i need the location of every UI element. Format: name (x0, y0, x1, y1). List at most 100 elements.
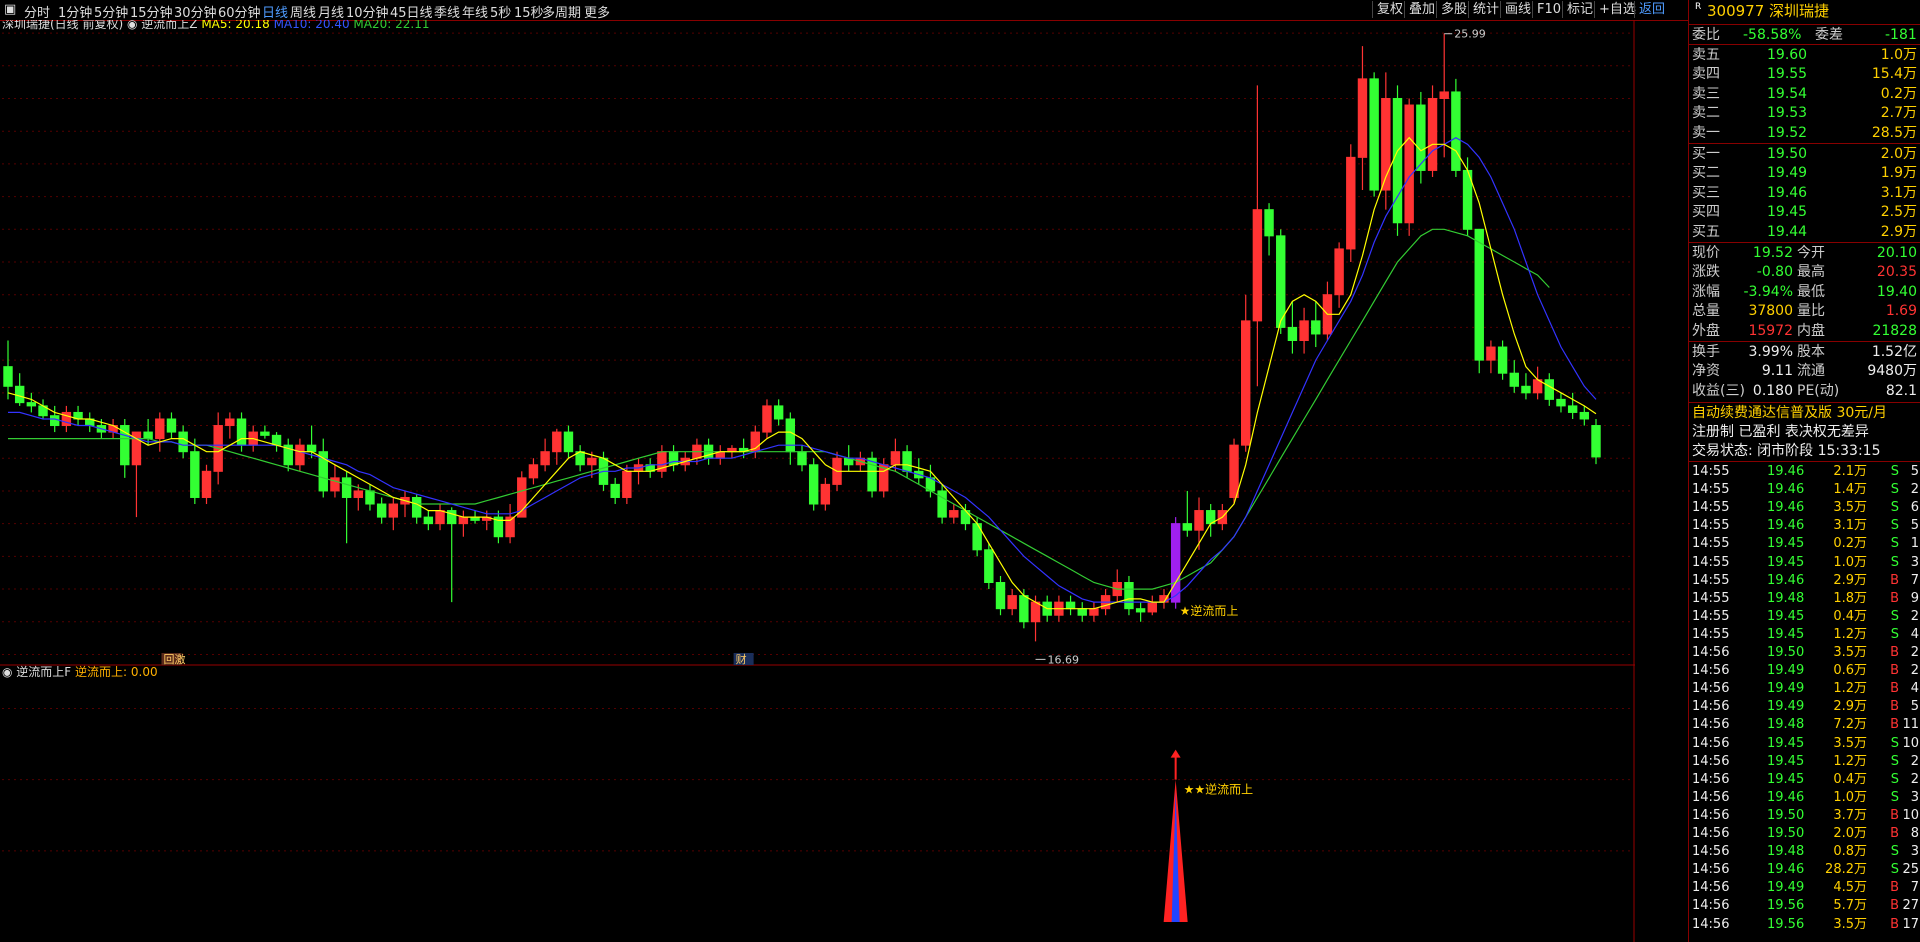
bids-price: 19.46 (1767, 184, 1808, 201)
bids-row[interactable]: 买一 19.50 2.0万 (1689, 145, 1920, 164)
tab-15[interactable]: 多周期 (542, 2, 581, 21)
bids-row[interactable]: 买二 19.49 1.9万 (1689, 164, 1920, 183)
promo-banner[interactable]: 自动续费通达信普及版 30元/月 (1689, 404, 1920, 423)
toolbar-button-3[interactable]: 统计 (1468, 1, 1503, 18)
candle (1369, 72, 1379, 197)
tab-13[interactable]: 5秒 (490, 2, 511, 21)
tick-cell: S (1890, 518, 1899, 534)
asks-price: 19.54 (1767, 85, 1808, 102)
tick-cell: 14:56 (1692, 807, 1730, 823)
tick-cell: 19.45 (1767, 536, 1805, 552)
chart-title: 深圳瑞捷(日线 前复权) ◉ 逆流而上Z MA5: 20.18 MA10: 20… (2, 20, 429, 31)
tick-row: 14:56 19.49 4.5万 B 7 (1689, 879, 1920, 897)
tick-cell: 14:56 (1692, 898, 1730, 914)
candle (715, 445, 725, 465)
tab-10[interactable]: 45日线 (390, 2, 433, 21)
candle (1089, 602, 1099, 622)
asks-row[interactable]: 卖一 19.52 28.5万 (1689, 124, 1920, 143)
bids-row[interactable]: 买三 19.46 3.1万 (1689, 184, 1920, 203)
tick-cell: 7.2万 (1833, 717, 1867, 733)
toolbar-button-6[interactable]: 标记 (1562, 1, 1597, 18)
order-ratio-field: 委比 (1692, 27, 1720, 43)
tab-5[interactable]: 60分钟 (218, 2, 261, 21)
toolbar-button-5[interactable]: F10 (1532, 1, 1565, 18)
candle (341, 471, 352, 544)
stat-row: 总量 37800 量比 1.69 (1689, 302, 1920, 321)
fund-row: 净资 9.11 流通 9480万 (1689, 362, 1920, 381)
tab-9[interactable]: 10分钟 (346, 2, 389, 21)
stat-label: 外盘 (1692, 322, 1720, 339)
candle (668, 445, 679, 472)
tab-6[interactable]: 日线 (262, 2, 288, 21)
asks-row[interactable]: 卖三 19.54 0.2万 (1689, 85, 1920, 104)
asks-volume: 28.5万 (1871, 124, 1917, 141)
tick-cell: B (1890, 916, 1899, 932)
toolbar-button-8[interactable]: 返回 (1634, 1, 1669, 18)
candle (155, 412, 165, 452)
candle (493, 510, 504, 544)
bids-row[interactable]: 买五 19.44 2.9万 (1689, 223, 1920, 242)
tick-cell: 19.50 (1767, 645, 1805, 660)
stat-value: -3.94% (1743, 283, 1793, 300)
bids-row[interactable]: 买四 19.45 2.5万 (1689, 203, 1920, 222)
candle (1147, 595, 1157, 616)
tab-14[interactable]: 15秒 (514, 2, 544, 21)
candle (435, 504, 445, 531)
toolbar-button-1[interactable]: 叠加 (1404, 1, 1439, 18)
tick-row: 14:56 19.49 0.6万 B 2 (1689, 662, 1920, 680)
tab-0[interactable]: 分时 (24, 2, 50, 21)
tab-11[interactable]: 季线 (434, 2, 460, 21)
sub-indicator-name: ◉ 逆流而上F (2, 664, 75, 679)
tick-cell: 14:55 (1692, 554, 1730, 570)
tab-7[interactable]: 周线 (290, 2, 316, 21)
toolbar-button-4[interactable]: 画线 (1500, 1, 1535, 18)
tick-cell: B (1890, 807, 1899, 823)
separator (1689, 242, 1920, 243)
chart-header-item: ◉ 逆流而上Z (123, 20, 197, 31)
promo-text[interactable]: 自动续费通达信普及版 30元/月 (1692, 404, 1887, 423)
candle (1007, 589, 1017, 616)
tick-cell: B (1890, 717, 1899, 733)
asks-row[interactable]: 卖二 19.53 2.7万 (1689, 104, 1920, 123)
tab-12[interactable]: 年线 (462, 2, 488, 21)
tick-cell: 2.9万 (1833, 572, 1867, 588)
tab-2[interactable]: 5分钟 (94, 2, 128, 21)
candle (797, 445, 807, 472)
tick-cell: 19.45 (1767, 771, 1805, 787)
tab-8[interactable]: 月线 (318, 2, 344, 21)
toolbar-button-2[interactable]: 多股 (1436, 1, 1471, 18)
event-marker[interactable]: 财 (736, 652, 747, 666)
tab-4[interactable]: 30分钟 (174, 2, 217, 21)
tick-cell: 14:55 (1692, 572, 1730, 588)
tick-cell: 2.1万 (1833, 464, 1867, 479)
kline-chart[interactable]: 26.0025.5025.0024.5024.0023.5023.0022.50… (0, 20, 1635, 942)
stat-value: -0.80 (1756, 264, 1793, 281)
candle (1112, 569, 1122, 603)
candle (1462, 157, 1473, 236)
menu-icon[interactable]: ▣ (4, 2, 16, 17)
signal-arrow-head (1170, 749, 1181, 758)
candle (1287, 301, 1298, 354)
stat-value: 15972 (1748, 322, 1793, 339)
tick-cell: 1.2万 (1833, 626, 1867, 642)
toolbar-button-0[interactable]: 复权 (1372, 1, 1407, 18)
event-marker[interactable]: 回激 (163, 652, 185, 666)
tick-cell: 3 (1910, 789, 1919, 805)
asks-row[interactable]: 卖四 19.55 15.4万 (1689, 65, 1920, 84)
tick-row: 14:56 19.49 2.9万 B 5 (1689, 698, 1920, 716)
asks-row[interactable]: 卖五 19.60 1.0万 (1689, 46, 1920, 65)
candle (1544, 373, 1554, 406)
candle (61, 405, 72, 433)
sub-signal-label: ★★逆流而上 (1184, 782, 1254, 797)
candle (1416, 91, 1426, 184)
candle (773, 399, 784, 426)
tab-1[interactable]: 1分钟 (58, 2, 92, 21)
tick-cell: 1.2万 (1833, 681, 1867, 697)
tick-cell: B (1890, 880, 1899, 896)
tick-cell: 2.9万 (1833, 699, 1867, 715)
tick-cell: 0.4万 (1833, 608, 1867, 624)
tab-3[interactable]: 15分钟 (130, 2, 173, 21)
tick-cell: 10 (1902, 735, 1919, 751)
tab-16[interactable]: 更多 (584, 2, 610, 21)
stat-label: 最高 (1797, 264, 1825, 281)
